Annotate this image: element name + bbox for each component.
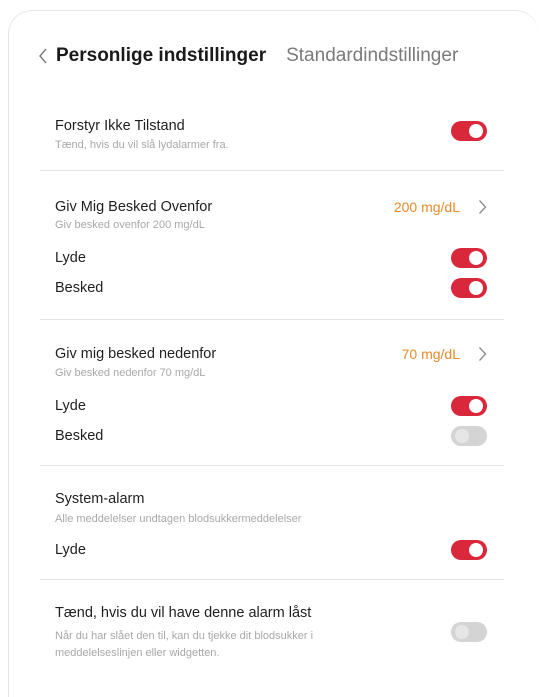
lock-alarm-title: Tænd, hvis du vil have denne alarm låst <box>55 605 312 621</box>
divider <box>40 579 504 580</box>
low-alert-title: Giv mig besked nedenfor <box>55 346 217 362</box>
back-chevron-icon[interactable] <box>38 44 54 68</box>
high-alert-sound-toggle[interactable] <box>451 248 487 268</box>
dnd-toggle[interactable] <box>451 121 487 141</box>
high-alert-subtitle: Giv besked ovenfor 200 mg/dL <box>55 219 205 231</box>
low-alert-notify-toggle[interactable] <box>451 426 487 446</box>
chevron-right-icon <box>478 199 487 215</box>
low-alert-sound-label: Lyde <box>55 398 86 414</box>
low-alert-row[interactable]: Giv mig besked nedenfor 70 mg/dL <box>55 344 487 364</box>
high-alert-notify-label: Besked <box>55 280 104 296</box>
low-alert-notify-label: Besked <box>55 428 104 444</box>
low-alert-notify-row: Besked <box>55 426 487 446</box>
tab-default-settings[interactable]: Standardindstillinger <box>286 45 458 67</box>
low-alert-sound-toggle[interactable] <box>451 396 487 416</box>
system-alarm-sound-label: Lyde <box>55 542 86 558</box>
toggle-knob <box>455 625 469 639</box>
toggle-knob <box>469 251 483 265</box>
divider <box>40 319 504 320</box>
toggle-knob <box>469 543 483 557</box>
system-alarm-sound-toggle[interactable] <box>451 540 487 560</box>
high-alert-notify-toggle[interactable] <box>451 278 487 298</box>
lock-alarm-subtitle-line2: meddelelseslinjen eller widgetten. <box>55 647 220 659</box>
system-alarm-sound-row: Lyde <box>55 540 487 560</box>
divider <box>40 465 504 466</box>
lock-alarm-subtitle-line1: Når du har slået den til, kan du tjekke … <box>55 630 314 642</box>
toggle-knob <box>469 124 483 138</box>
high-alert-notify-row: Besked <box>55 278 487 298</box>
high-alert-row[interactable]: Giv Mig Besked Ovenfor 200 mg/dL <box>55 197 487 217</box>
toggle-knob <box>469 281 483 295</box>
system-alarm-subtitle: Alle meddelelser undtagen blodsukkermedd… <box>55 513 302 525</box>
divider <box>40 170 504 171</box>
high-alert-value: 200 mg/dL <box>393 199 460 215</box>
low-alert-sound-row: Lyde <box>55 396 487 416</box>
system-alarm-title: System-alarm <box>55 491 145 507</box>
toggle-knob <box>469 399 483 413</box>
high-alert-value-button[interactable]: 200 mg/dL <box>394 199 487 215</box>
lock-alarm-toggle[interactable] <box>451 622 487 642</box>
high-alert-sound-label: Lyde <box>55 250 86 266</box>
low-alert-value-button[interactable]: 70 mg/dL <box>402 346 487 362</box>
tab-personal-settings[interactable]: Personlige indstillinger <box>56 45 266 67</box>
low-alert-subtitle: Giv besked nedenfor 70 mg/dL <box>55 367 206 379</box>
low-alert-value: 70 mg/dL <box>401 346 460 362</box>
high-alert-title: Giv Mig Besked Ovenfor <box>55 199 213 215</box>
toggle-knob <box>455 429 469 443</box>
high-alert-sound-row: Lyde <box>55 248 487 268</box>
system-alarm-row: System-alarm <box>55 489 487 509</box>
lock-alarm-row: Tænd, hvis du vil have denne alarm låst <box>55 603 487 623</box>
dnd-subtitle: Tænd, hvis du vil slå lydalarmer fra. <box>55 139 229 151</box>
chevron-right-icon <box>478 346 487 362</box>
header: Personlige indstillinger Standardindstil… <box>38 44 458 68</box>
